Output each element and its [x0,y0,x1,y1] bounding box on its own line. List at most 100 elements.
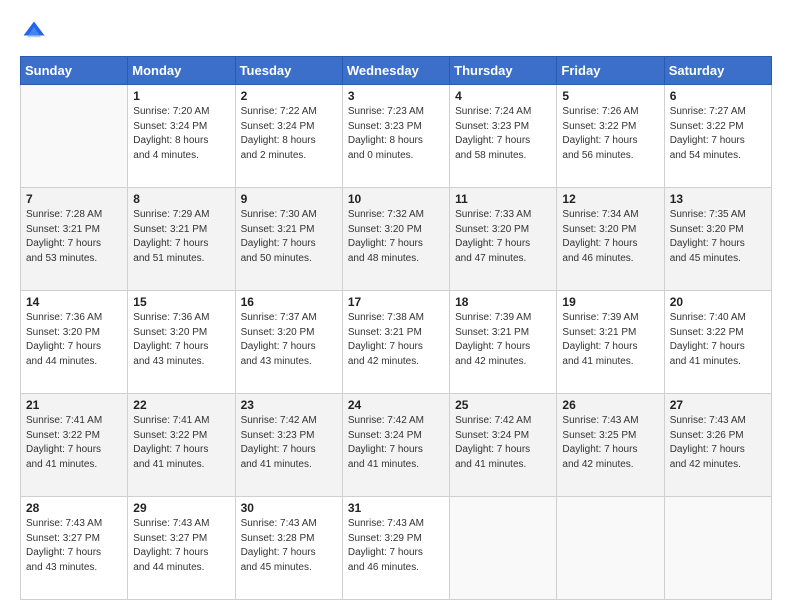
calendar-day-cell: 17 Sunrise: 7:38 AM Sunset: 3:21 PM Dayli… [342,291,449,394]
day-number: 28 [26,501,122,515]
calendar-day-cell: 19 Sunrise: 7:39 AM Sunset: 3:21 PM Dayli… [557,291,664,394]
day-number: 8 [133,192,229,206]
calendar-day-cell: 16 Sunrise: 7:37 AM Sunset: 3:20 PM Dayli… [235,291,342,394]
day-number: 17 [348,295,444,309]
day-info: Sunrise: 7:39 AM Sunset: 3:21 PM Dayligh… [562,311,658,369]
calendar-day-cell: 23Sunrise: 7:42 AM Sunset: 3:23 PM Dayli… [235,394,342,497]
day-number: 10 [348,192,444,206]
calendar-week-row: 14 Sunrise: 7:36 AM Sunset: 3:20 PM Dayli… [21,291,772,394]
calendar-day-cell: 18Sunrise: 7:39 AM Sunset: 3:21 PM Dayli… [450,291,557,394]
calendar-day-cell: 27 Sunrise: 7:43 AM Sunset: 3:26 PM Dayli… [664,394,771,497]
calendar-day-cell [450,497,557,600]
calendar-week-row: 28 Sunrise: 7:43 AM Sunset: 3:27 PM Dayli… [21,497,772,600]
day-number: 26 [562,398,658,412]
day-number: 16 [241,295,337,309]
day-number: 11 [455,192,551,206]
calendar-header-row: SundayMondayTuesdayWednesdayThursdayFrid… [21,57,772,85]
day-info: Sunrise: 7:43 AM Sunset: 3:27 PM Dayligh… [26,517,122,575]
calendar-week-row: 1 Sunrise: 7:20 AM Sunset: 3:24 PM Daylig… [21,85,772,188]
day-info: Sunrise: 7:20 AM Sunset: 3:24 PM Dayligh… [133,105,229,163]
day-number: 19 [562,295,658,309]
calendar-day-cell: 5 Sunrise: 7:26 AM Sunset: 3:22 PM Daylig… [557,85,664,188]
day-info: Sunrise: 7:23 AM Sunset: 3:23 PM Dayligh… [348,105,444,163]
calendar-day-cell: 15 Sunrise: 7:36 AM Sunset: 3:20 PM Dayli… [128,291,235,394]
day-info: Sunrise: 7:28 AM Sunset: 3:21 PM Dayligh… [26,208,122,266]
day-number: 27 [670,398,766,412]
day-info: Sunrise: 7:33 AM Sunset: 3:20 PM Dayligh… [455,208,551,266]
day-number: 1 [133,89,229,103]
calendar-day-cell: 31 Sunrise: 7:43 AM Sunset: 3:29 PM Dayli… [342,497,449,600]
calendar-day-cell: 22 Sunrise: 7:41 AM Sunset: 3:22 PM Dayli… [128,394,235,497]
day-info: Sunrise: 7:35 AM Sunset: 3:20 PM Dayligh… [670,208,766,266]
weekday-header: Sunday [21,57,128,85]
day-info: Sunrise: 7:43 AM Sunset: 3:25 PM Dayligh… [562,414,658,472]
calendar-day-cell [557,497,664,600]
calendar-day-cell: 24Sunrise: 7:42 AM Sunset: 3:24 PM Dayli… [342,394,449,497]
day-info: Sunrise: 7:29 AM Sunset: 3:21 PM Dayligh… [133,208,229,266]
calendar-week-row: 21 Sunrise: 7:41 AM Sunset: 3:22 PM Dayli… [21,394,772,497]
calendar-day-cell: 12Sunrise: 7:34 AM Sunset: 3:20 PM Dayli… [557,188,664,291]
day-info: Sunrise: 7:43 AM Sunset: 3:28 PM Dayligh… [241,517,337,575]
day-info: Sunrise: 7:41 AM Sunset: 3:22 PM Dayligh… [26,414,122,472]
day-number: 14 [26,295,122,309]
day-number: 31 [348,501,444,515]
calendar-day-cell: 10 Sunrise: 7:32 AM Sunset: 3:20 PM Dayli… [342,188,449,291]
day-number: 21 [26,398,122,412]
day-info: Sunrise: 7:37 AM Sunset: 3:20 PM Dayligh… [241,311,337,369]
calendar-day-cell: 26 Sunrise: 7:43 AM Sunset: 3:25 PM Dayli… [557,394,664,497]
day-info: Sunrise: 7:32 AM Sunset: 3:20 PM Dayligh… [348,208,444,266]
day-number: 2 [241,89,337,103]
day-info: Sunrise: 7:26 AM Sunset: 3:22 PM Dayligh… [562,105,658,163]
calendar-day-cell [664,497,771,600]
calendar-day-cell: 11 Sunrise: 7:33 AM Sunset: 3:20 PM Dayli… [450,188,557,291]
day-info: Sunrise: 7:38 AM Sunset: 3:21 PM Dayligh… [348,311,444,369]
calendar-day-cell: 21 Sunrise: 7:41 AM Sunset: 3:22 PM Dayli… [21,394,128,497]
page: SundayMondayTuesdayWednesdayThursdayFrid… [0,0,792,612]
day-number: 29 [133,501,229,515]
calendar-day-cell: 9Sunrise: 7:30 AM Sunset: 3:21 PM Daylig… [235,188,342,291]
day-info: Sunrise: 7:36 AM Sunset: 3:20 PM Dayligh… [26,311,122,369]
day-info: Sunrise: 7:27 AM Sunset: 3:22 PM Dayligh… [670,105,766,163]
calendar-week-row: 7 Sunrise: 7:28 AM Sunset: 3:21 PM Daylig… [21,188,772,291]
calendar-day-cell: 7 Sunrise: 7:28 AM Sunset: 3:21 PM Daylig… [21,188,128,291]
weekday-header: Friday [557,57,664,85]
day-number: 25 [455,398,551,412]
day-number: 30 [241,501,337,515]
day-info: Sunrise: 7:34 AM Sunset: 3:20 PM Dayligh… [562,208,658,266]
calendar-day-cell: 3Sunrise: 7:23 AM Sunset: 3:23 PM Daylig… [342,85,449,188]
day-info: Sunrise: 7:43 AM Sunset: 3:29 PM Dayligh… [348,517,444,575]
weekday-header: Tuesday [235,57,342,85]
calendar-day-cell: 4 Sunrise: 7:24 AM Sunset: 3:23 PM Daylig… [450,85,557,188]
day-info: Sunrise: 7:40 AM Sunset: 3:22 PM Dayligh… [670,311,766,369]
weekday-header: Monday [128,57,235,85]
calendar-day-cell: 25 Sunrise: 7:42 AM Sunset: 3:24 PM Dayli… [450,394,557,497]
calendar-table: SundayMondayTuesdayWednesdayThursdayFrid… [20,56,772,600]
day-info: Sunrise: 7:42 AM Sunset: 3:24 PM Dayligh… [348,414,444,472]
day-info: Sunrise: 7:43 AM Sunset: 3:27 PM Dayligh… [133,517,229,575]
calendar-day-cell: 20 Sunrise: 7:40 AM Sunset: 3:22 PM Dayli… [664,291,771,394]
day-number: 7 [26,192,122,206]
calendar-day-cell: 29 Sunrise: 7:43 AM Sunset: 3:27 PM Dayli… [128,497,235,600]
day-info: Sunrise: 7:41 AM Sunset: 3:22 PM Dayligh… [133,414,229,472]
calendar-day-cell [21,85,128,188]
day-number: 22 [133,398,229,412]
day-info: Sunrise: 7:43 AM Sunset: 3:26 PM Dayligh… [670,414,766,472]
day-number: 5 [562,89,658,103]
calendar-day-cell: 13 Sunrise: 7:35 AM Sunset: 3:20 PM Dayli… [664,188,771,291]
header [20,18,772,46]
day-number: 13 [670,192,766,206]
day-info: Sunrise: 7:36 AM Sunset: 3:20 PM Dayligh… [133,311,229,369]
calendar-day-cell: 1 Sunrise: 7:20 AM Sunset: 3:24 PM Daylig… [128,85,235,188]
day-info: Sunrise: 7:42 AM Sunset: 3:23 PM Dayligh… [241,414,337,472]
logo [20,18,52,46]
day-info: Sunrise: 7:22 AM Sunset: 3:24 PM Dayligh… [241,105,337,163]
day-info: Sunrise: 7:42 AM Sunset: 3:24 PM Dayligh… [455,414,551,472]
logo-icon [20,18,48,46]
day-number: 4 [455,89,551,103]
calendar-day-cell: 14 Sunrise: 7:36 AM Sunset: 3:20 PM Dayli… [21,291,128,394]
weekday-header: Thursday [450,57,557,85]
day-number: 20 [670,295,766,309]
day-number: 15 [133,295,229,309]
day-number: 18 [455,295,551,309]
day-info: Sunrise: 7:24 AM Sunset: 3:23 PM Dayligh… [455,105,551,163]
